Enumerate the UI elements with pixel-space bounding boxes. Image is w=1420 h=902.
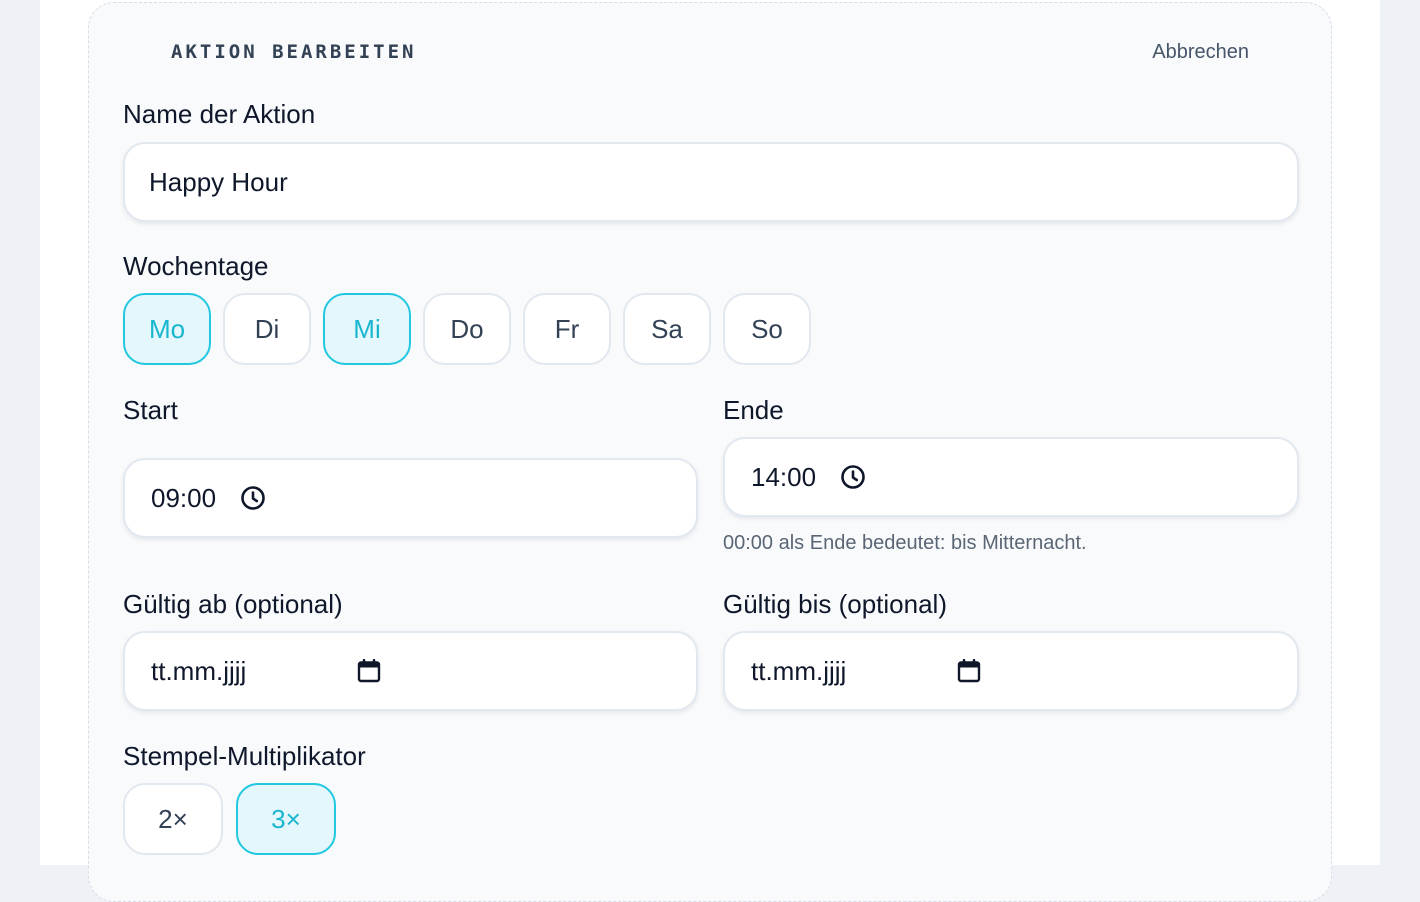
edit-action-card: AKTION BEARBEITEN Abbrechen Name der Akt…	[88, 2, 1332, 902]
multiplier-option-3x[interactable]: 3×	[236, 783, 336, 855]
valid-until-date-input[interactable]: tt.mm.jjjj	[723, 631, 1299, 711]
name-input[interactable]: Happy Hour	[123, 142, 1299, 222]
weekdays-label: Wochentage	[123, 251, 269, 281]
multiplier-option-label: 3×	[271, 803, 301, 834]
valid-until-label: Gültig bis (optional)	[723, 589, 947, 619]
start-time-value: 09:00	[151, 482, 217, 513]
valid-from-date-input[interactable]: tt.mm.jjjj	[123, 631, 698, 711]
section-title: AKTION BEARBEITEN	[171, 41, 417, 63]
weekday-chip-sa[interactable]: Sa	[623, 293, 711, 365]
end-hint: 00:00 als Ende bedeutet: bis Mitternacht…	[723, 532, 1087, 554]
multiplier-option-2x[interactable]: 2×	[123, 783, 223, 855]
end-time-value: 14:00	[751, 461, 817, 492]
weekday-chip-mi[interactable]: Mi	[323, 293, 411, 365]
weekday-chip-label: Sa	[651, 313, 683, 344]
weekday-chip-label: Fr	[554, 313, 580, 344]
weekday-chip-label: So	[751, 313, 783, 344]
page: AKTION BEARBEITEN Abbrechen Name der Akt…	[40, 0, 1380, 902]
valid-from-label: Gültig ab (optional)	[123, 589, 343, 619]
weekday-chip-so[interactable]: So	[723, 293, 811, 365]
weekday-chip-label: Di	[254, 313, 280, 344]
weekday-chip-label: Mo	[148, 313, 186, 344]
clock-icon[interactable]	[240, 485, 266, 511]
weekday-chip-di[interactable]: Di	[223, 293, 311, 365]
calendar-icon[interactable]	[357, 659, 381, 683]
clock-icon[interactable]	[840, 464, 866, 490]
name-label: Name der Aktion	[123, 99, 316, 129]
multiplier-option-label: 2×	[158, 803, 188, 834]
weekday-chip-label: Do	[450, 313, 484, 344]
weekday-chip-label: Mi	[353, 313, 381, 344]
end-time-input[interactable]: 14:00	[723, 437, 1299, 517]
weekday-chip-do[interactable]: Do	[423, 293, 511, 365]
valid-from-placeholder: tt.mm.jjjj	[151, 655, 247, 686]
calendar-icon[interactable]	[957, 659, 981, 683]
name-input-value: Happy Hour	[149, 166, 288, 197]
start-label: Start	[123, 395, 178, 425]
weekday-chip-mo[interactable]: Mo	[123, 293, 211, 365]
start-time-input[interactable]: 09:00	[123, 458, 698, 538]
cancel-link[interactable]: Abbrechen	[1152, 41, 1249, 64]
multiplier-label: Stempel-Multiplikator	[123, 741, 366, 771]
end-label: Ende	[723, 395, 784, 425]
weekday-chip-fr[interactable]: Fr	[523, 293, 611, 365]
valid-until-placeholder: tt.mm.jjjj	[751, 655, 847, 686]
